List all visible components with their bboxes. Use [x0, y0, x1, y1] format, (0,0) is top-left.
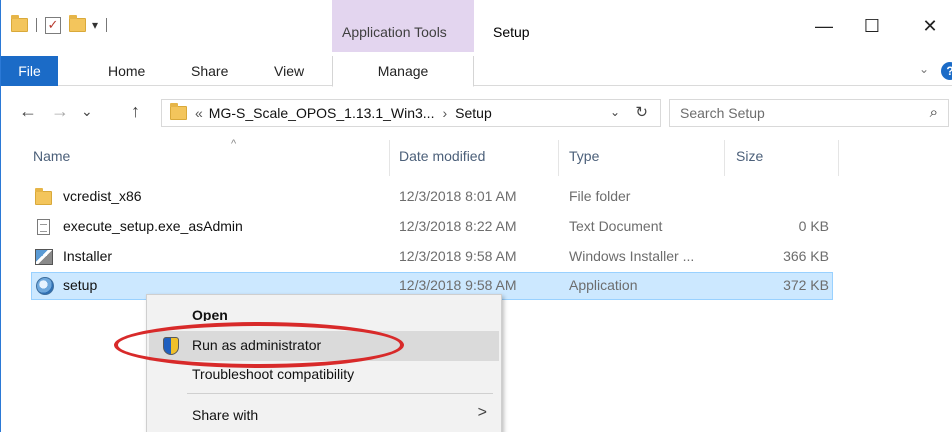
file-size: 372 KB — [783, 277, 829, 293]
menu-item-share-with[interactable]: Share with > — [147, 401, 501, 431]
menu-item-open[interactable]: Open — [147, 299, 501, 321]
column-divider[interactable] — [838, 140, 839, 176]
file-size: 0 KB — [798, 218, 829, 234]
submenu-chevron-icon: > — [477, 404, 487, 421]
tab-home[interactable]: Home — [108, 56, 145, 86]
file-row[interactable]: execute_setup.exe_asAdmin 12/3/2018 8:22… — [31, 214, 833, 240]
recent-locations-chevron-icon[interactable]: ⌄ — [81, 103, 93, 120]
column-name[interactable]: Name — [33, 148, 70, 164]
search-placeholder: Search Setup — [680, 105, 765, 121]
file-date: 12/3/2018 8:22 AM — [399, 218, 517, 234]
file-row[interactable]: Installer 12/3/2018 9:58 AM Windows Inst… — [31, 244, 833, 270]
refresh-icon[interactable]: ↻ — [635, 103, 648, 121]
back-arrow-icon[interactable]: ← — [19, 101, 37, 122]
setup-app-icon — [36, 277, 54, 295]
ribbon-tabs: File Home Share View Manage ⌄ ? — [1, 56, 952, 87]
up-arrow-icon[interactable]: ↑ — [131, 101, 140, 122]
tab-manage[interactable]: Manage — [332, 56, 474, 87]
search-box[interactable]: Search Setup ⌕ — [669, 99, 949, 127]
maximize-button[interactable]: ☐ — [849, 12, 895, 40]
contextual-tab-title: Application Tools — [342, 24, 447, 40]
menu-item-label: Run as administrator — [192, 337, 322, 353]
uac-shield-icon — [163, 337, 179, 355]
column-size[interactable]: Size — [736, 148, 763, 164]
breadcrumb-current[interactable]: Setup — [455, 105, 492, 121]
forward-arrow-icon[interactable]: → — [51, 101, 69, 122]
file-row[interactable]: vcredist_x86 12/3/2018 8:01 AM File fold… — [31, 184, 833, 210]
file-type: Application — [569, 277, 638, 293]
column-type[interactable]: Type — [569, 148, 599, 164]
menu-item-label: Troubleshoot compatibility — [192, 366, 355, 382]
tab-view[interactable]: View — [274, 56, 304, 86]
folder-icon[interactable] — [11, 15, 28, 32]
column-divider[interactable] — [724, 140, 725, 176]
file-type: File folder — [569, 188, 631, 204]
menu-item-label: Open — [192, 307, 228, 321]
tab-share[interactable]: Share — [191, 56, 228, 86]
installer-icon — [35, 248, 53, 266]
file-type: Text Document — [569, 218, 663, 234]
tab-file[interactable]: File — [1, 56, 58, 86]
folder-icon — [35, 188, 53, 206]
breadcrumb-path[interactable]: MG-S_Scale_OPOS_1.13.1_Win3... — [209, 105, 435, 121]
new-folder-icon[interactable] — [69, 15, 86, 32]
menu-item-troubleshoot-compatibility[interactable]: Troubleshoot compatibility — [147, 363, 501, 387]
separator — [106, 18, 108, 32]
sort-ascending-icon: ^ — [231, 138, 237, 150]
file-date: 12/3/2018 9:58 AM — [399, 277, 517, 293]
file-type: Windows Installer ... — [569, 248, 695, 264]
menu-item-run-as-administrator[interactable]: Run as administrator — [149, 331, 499, 361]
file-date: 12/3/2018 8:01 AM — [399, 188, 517, 204]
close-button[interactable]: ✕ — [907, 12, 952, 40]
file-name: execute_setup.exe_asAdmin — [63, 218, 243, 234]
title-bar: ✓ ▾ Application Tools Setup — ☐ ✕ — [1, 0, 952, 52]
column-date-modified[interactable]: Date modified — [399, 148, 485, 164]
help-icon[interactable]: ? — [941, 62, 952, 80]
search-icon[interactable]: ⌕ — [930, 104, 938, 121]
properties-checkmark-icon[interactable]: ✓ — [45, 16, 61, 34]
context-menu: Open Run as administrator Troubleshoot c… — [146, 294, 502, 432]
minimize-button[interactable]: — — [801, 12, 847, 40]
menu-item-label: Share with — [192, 407, 259, 423]
document-icon — [35, 218, 53, 236]
window-title: Setup — [493, 24, 530, 40]
file-size: 366 KB — [783, 248, 829, 264]
address-bar[interactable]: « MG-S_Scale_OPOS_1.13.1_Win3... › Setup… — [161, 99, 661, 127]
address-dropdown-icon[interactable]: ⌄ — [610, 105, 620, 119]
navigation-bar: ← → ⌄ ↑ « MG-S_Scale_OPOS_1.13.1_Win3...… — [1, 95, 952, 131]
breadcrumb-overflow[interactable]: « — [195, 105, 203, 121]
column-divider[interactable] — [389, 140, 390, 176]
column-divider[interactable] — [558, 140, 559, 176]
file-date: 12/3/2018 9:58 AM — [399, 248, 517, 264]
folder-icon — [170, 103, 187, 120]
column-headers: ^ Name Date modified Type Size — [1, 138, 952, 176]
expand-ribbon-chevron-icon[interactable]: ⌄ — [919, 62, 929, 76]
breadcrumb-separator-icon[interactable]: › — [442, 105, 447, 121]
file-name: setup — [63, 277, 98, 293]
customize-toolbar-dropdown-icon[interactable]: ▾ — [92, 18, 98, 32]
quick-access-toolbar: ✓ ▾ — [11, 14, 115, 36]
menu-separator — [187, 393, 493, 394]
file-name: Installer — [63, 248, 113, 264]
file-explorer-window: ✓ ▾ Application Tools Setup — ☐ ✕ File H… — [0, 0, 952, 432]
separator — [36, 18, 37, 32]
file-name: vcredist_x86 — [63, 188, 142, 204]
